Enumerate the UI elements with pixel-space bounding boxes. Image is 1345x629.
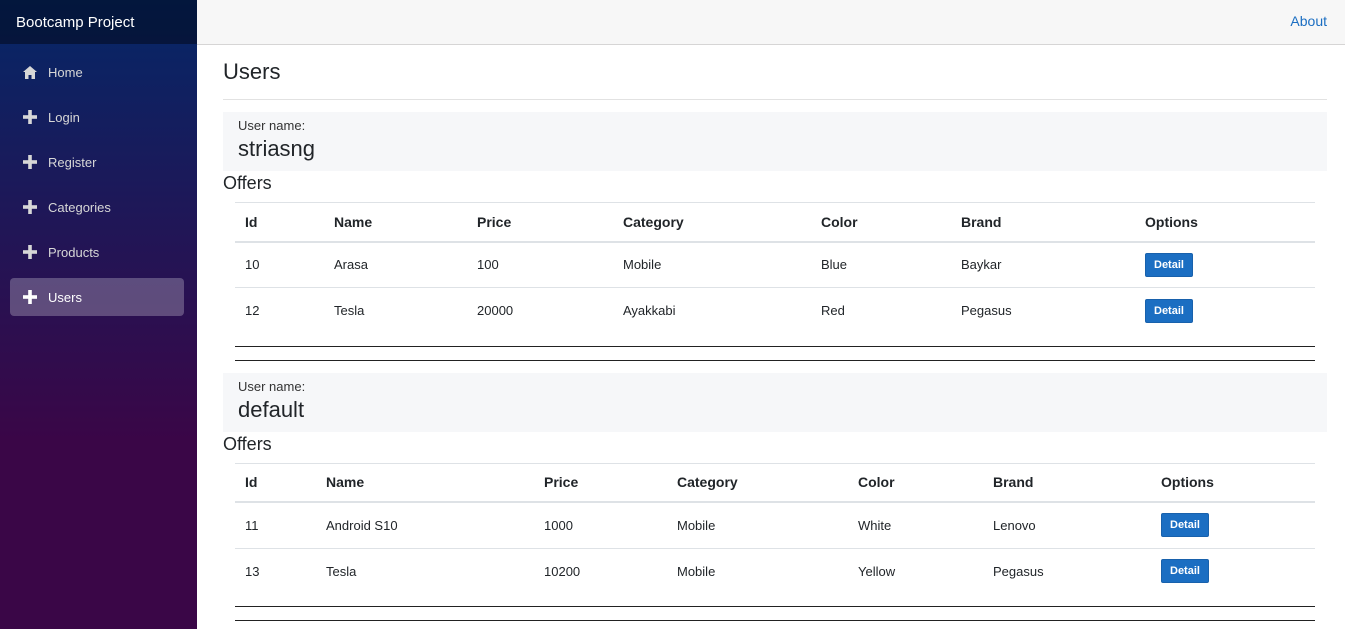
- user-name-label: User name:: [238, 118, 306, 133]
- about-link[interactable]: About: [1290, 13, 1327, 29]
- sidebar-item-users[interactable]: Users: [10, 278, 184, 316]
- cell-brand: Pegasus: [951, 287, 1135, 334]
- detail-button[interactable]: Detail: [1145, 298, 1193, 323]
- sidebar-item-label: Login: [48, 109, 80, 125]
- cell-price: 20000: [467, 287, 613, 334]
- column-header-options: Options: [1135, 202, 1315, 243]
- table-row: 10 Arasa 100 Mobile Blue Baykar Detail: [235, 242, 1315, 288]
- column-header-brand: Brand: [983, 463, 1151, 503]
- user-info-box: User name: default: [223, 372, 1327, 432]
- column-header-id: Id: [235, 463, 316, 503]
- column-header-brand: Brand: [951, 202, 1135, 243]
- cell-options: Detail: [1151, 502, 1315, 548]
- user-name-label: User name:: [238, 378, 306, 394]
- cell-price: 10200: [534, 547, 667, 594]
- offers-heading: Offers: [223, 173, 272, 193]
- column-header-category: Category: [613, 202, 811, 243]
- detail-button[interactable]: Detail: [1161, 559, 1209, 584]
- plus-icon: [22, 289, 38, 305]
- offers-heading: Offers: [223, 433, 272, 454]
- cell-options: Detail: [1135, 242, 1315, 288]
- sidebar-item-register[interactable]: Register: [10, 143, 184, 181]
- cell-id: 13: [235, 547, 316, 594]
- sidebar-item-label: Users: [48, 289, 82, 305]
- table-row: 11 Android S10 1000 Mobile White Lenovo …: [235, 502, 1315, 548]
- cell-options: Detail: [1135, 287, 1315, 334]
- column-header-name: Name: [316, 463, 534, 503]
- sidebar-item-categories[interactable]: Categories: [10, 188, 184, 226]
- brand-link[interactable]: Bootcamp Project: [16, 14, 134, 31]
- column-header-price: Price: [534, 463, 667, 503]
- cell-brand: Pegasus: [983, 547, 1151, 594]
- detail-button[interactable]: Detail: [1161, 513, 1209, 538]
- cell-name: Tesla: [316, 547, 534, 594]
- table-row: 12 Tesla 20000 Ayakkabi Red Pegasus Deta…: [235, 287, 1315, 334]
- offers-table: Id Name Price Category Color Brand Optio…: [235, 202, 1315, 334]
- cell-color: Blue: [821, 257, 848, 273]
- cell-id: 12: [235, 287, 324, 334]
- table-row: 13 Tesla 10200 Mobile Yellow Pegasus Det…: [235, 547, 1315, 594]
- column-header-options: Options: [1151, 463, 1315, 503]
- cell-category: Mobile: [623, 257, 662, 273]
- section-divider: [235, 345, 1315, 361]
- cell-brand: Baykar: [961, 257, 1002, 273]
- user-name-value: striasng: [238, 136, 316, 161]
- offers-table-wrap: Id Name Price Category Color Brand Optio…: [223, 202, 1327, 334]
- sidebar-item-login[interactable]: Login: [10, 98, 184, 136]
- offers-table-wrap: Id Name Price Category Color Brand Optio…: [223, 462, 1327, 594]
- plus-icon: [22, 244, 38, 260]
- column-header-color: Color: [848, 463, 983, 503]
- table-header-row: Id Name Price Category Color Brand Optio…: [235, 202, 1315, 243]
- plus-icon: [22, 154, 38, 170]
- table-header-row: Id Name Price Category Color Brand Optio…: [235, 463, 1315, 503]
- cell-category: Mobile: [667, 547, 848, 594]
- column-header-price: Price: [467, 202, 613, 243]
- column-header-category: Category: [667, 463, 848, 503]
- cell-category: Mobile: [677, 517, 716, 533]
- cell-color: Yellow: [848, 547, 983, 594]
- user-block: User name: default Offers Id Name Price …: [223, 372, 1327, 621]
- cell-price: 100: [477, 257, 499, 273]
- sidebar-item-label: Products: [48, 244, 100, 260]
- plus-icon: [22, 109, 38, 125]
- sidebar: Bootcamp Project Home Login Register Cat…: [0, 0, 197, 629]
- sidebar-item-label: Categories: [48, 199, 111, 215]
- cell-brand: Lenovo: [993, 517, 1036, 533]
- cell-color: White: [858, 517, 892, 533]
- cell-price: 1000: [544, 517, 573, 533]
- main-content: Users User name: striasng Offers Id Name…: [223, 45, 1327, 621]
- divider-line: [235, 345, 1315, 360]
- plus-icon: [22, 199, 38, 215]
- offers-table: Id Name Price Category Color Brand Optio…: [235, 462, 1315, 594]
- cell-color: Red: [811, 287, 951, 334]
- column-header-color: Color: [811, 202, 951, 243]
- divider-line: [235, 606, 1315, 620]
- section-divider: [235, 606, 1315, 621]
- home-icon: [22, 64, 38, 80]
- divider-line: [235, 620, 1315, 621]
- sidebar-item-home[interactable]: Home: [10, 53, 184, 91]
- sidebar-item-products[interactable]: Products: [10, 233, 184, 271]
- page-title: Users: [223, 59, 281, 84]
- sidebar-item-label: Register: [48, 154, 97, 170]
- detail-button[interactable]: Detail: [1145, 252, 1193, 277]
- cell-id: 11: [245, 517, 259, 533]
- cell-category: Ayakkabi: [613, 287, 811, 334]
- cell-name: Android S10: [326, 517, 398, 533]
- user-name-value: default: [238, 396, 305, 422]
- column-header-name: Name: [324, 202, 467, 243]
- cell-name: Arasa: [334, 257, 368, 273]
- cell-id: 10: [245, 257, 260, 273]
- sidebar-item-label: Home: [48, 64, 83, 80]
- user-block: User name: striasng Offers Id Name Price…: [223, 112, 1327, 361]
- user-info-box: User name: striasng: [223, 112, 1327, 171]
- divider-line: [235, 359, 1315, 361]
- sidebar-nav: Home Login Register Categories Products: [0, 44, 197, 316]
- brand-bar: Bootcamp Project: [0, 0, 197, 44]
- title-divider: [223, 99, 1327, 100]
- column-header-id: Id: [235, 202, 324, 243]
- cell-options: Detail: [1151, 547, 1315, 594]
- top-row: About: [197, 0, 1345, 45]
- cell-name: Tesla: [324, 287, 467, 334]
